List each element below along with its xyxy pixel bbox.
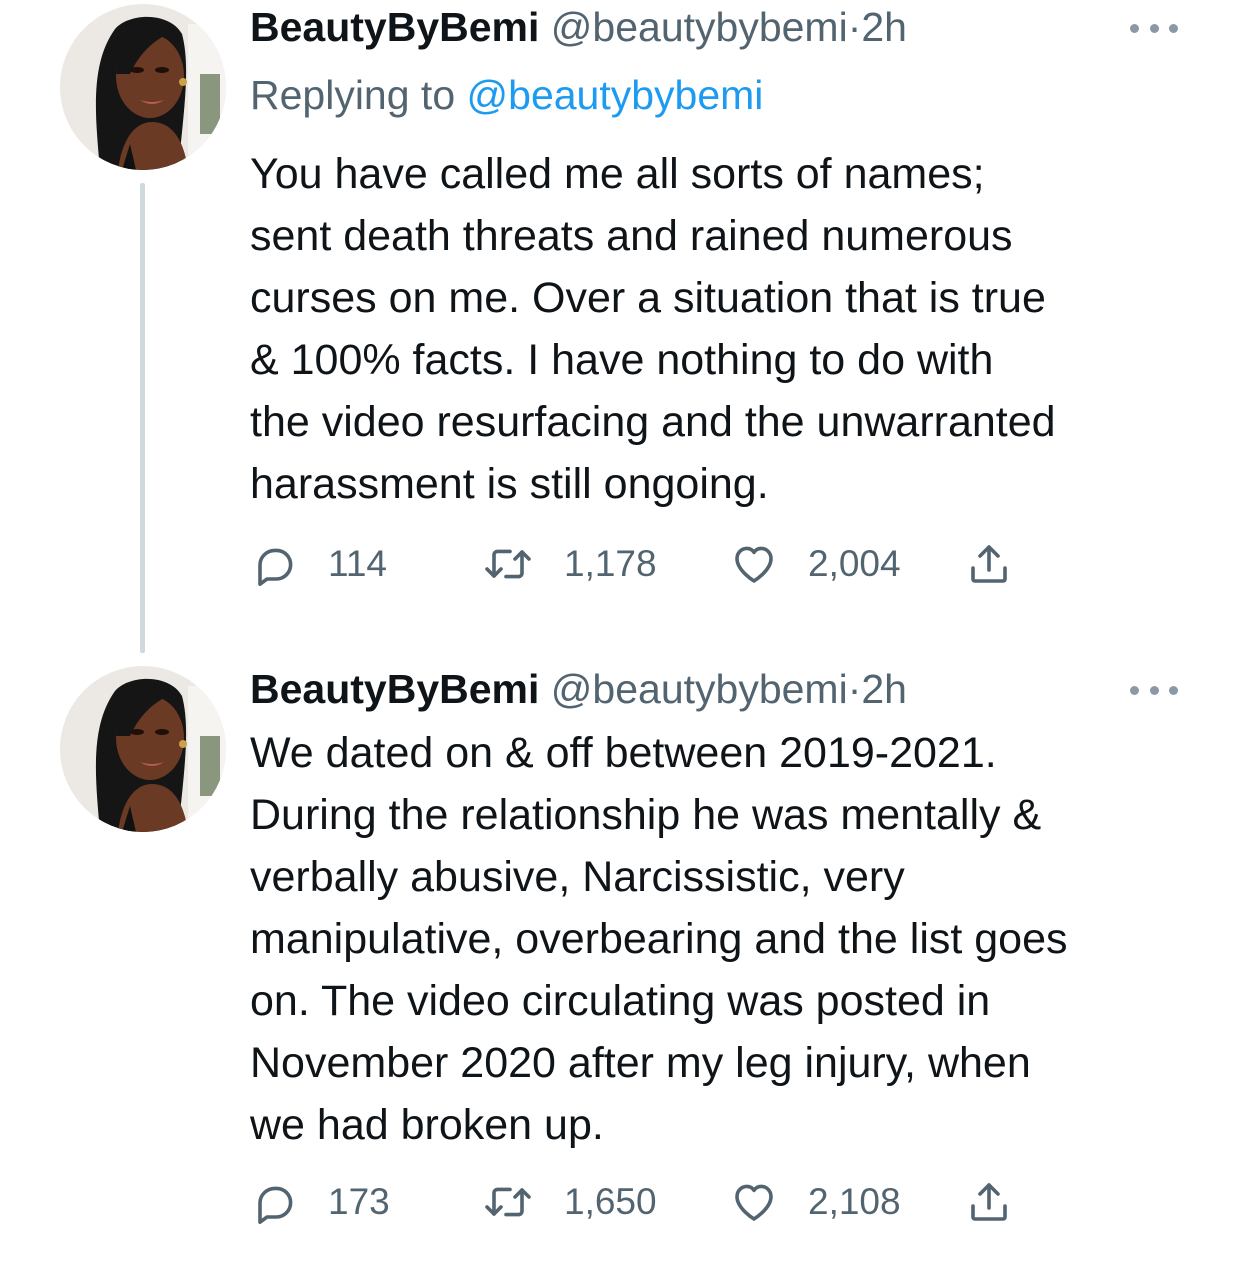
tweet[interactable]: BeautyByBemi @beautybybemi·2h Replying t… [0,0,1242,653]
retweet-icon [485,1187,531,1217]
reply-button[interactable]: 114 [250,534,387,594]
tweet-header: BeautyByBemi @beautybybemi·2h [250,0,907,54]
more-icon[interactable] [1130,18,1178,38]
thread-line [140,183,145,653]
like-button[interactable]: 2,004 [730,534,901,594]
tweet[interactable]: BeautyByBemi @beautybybemi·2h We dated o… [0,650,1242,1262]
separator: · [847,4,862,50]
share-icon [971,1183,1007,1221]
more-icon[interactable] [1130,680,1178,700]
tweet-text: You have called me all sorts of names; s… [250,150,1056,508]
avatar[interactable] [60,4,226,170]
retweet-count: 1,650 [564,1181,657,1222]
display-name[interactable]: BeautyByBemi [250,666,539,712]
reply-count: 173 [328,1181,390,1222]
share-button[interactable] [965,534,1013,594]
heart-icon [735,1184,773,1221]
action-bar: 114 1,178 2,004 [250,534,1070,594]
like-count: 2,004 [808,543,901,584]
tweet-header: BeautyByBemi @beautybybemi·2h [250,662,907,716]
display-name[interactable]: BeautyByBemi [250,4,539,50]
replying-to-label: Replying to [250,72,456,118]
like-count: 2,108 [808,1181,901,1222]
retweet-button[interactable]: 1,650 [482,1172,657,1232]
handle[interactable]: @beautybybemi [551,666,848,712]
heart-icon [735,546,773,583]
separator: · [847,666,862,712]
like-button[interactable]: 2,108 [730,1172,901,1232]
replying-to: Replying to @beautybybemi [250,68,763,122]
reply-icon [258,548,293,586]
reply-count: 114 [328,543,387,584]
action-bar: 173 1,650 2,108 [250,1172,1070,1232]
share-icon [971,545,1007,583]
timestamp[interactable]: 2h [861,666,907,712]
retweet-button[interactable]: 1,178 [482,534,657,594]
timestamp[interactable]: 2h [861,4,907,50]
reply-icon [258,1186,293,1224]
retweet-count: 1,178 [564,543,657,584]
tweet-text: We dated on & off between 2019-2021. Dur… [250,729,1068,1149]
retweet-icon [485,549,531,579]
avatar[interactable] [60,666,226,832]
reply-button[interactable]: 173 [250,1172,390,1232]
handle[interactable]: @beautybybemi [551,4,848,50]
replying-to-mention[interactable]: @beautybybemi [467,72,764,118]
share-button[interactable] [965,1172,1013,1232]
